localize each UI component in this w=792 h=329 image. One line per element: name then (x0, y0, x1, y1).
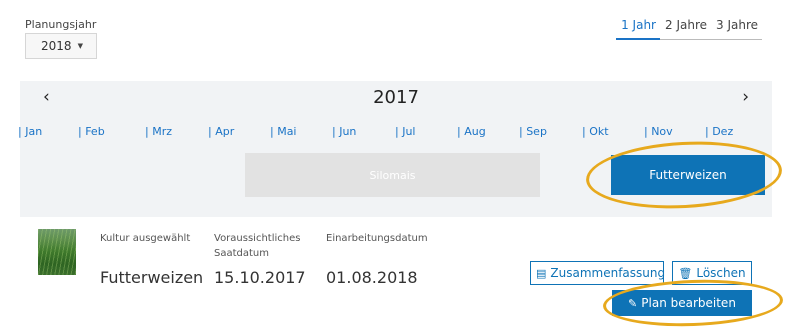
month-feb: | Feb (78, 125, 105, 138)
delete-button[interactable]: 🗑 Löschen (672, 261, 752, 285)
crop-bar-silomais[interactable]: Silomais (245, 153, 540, 197)
chevron-down-icon: ▼ (77, 42, 83, 50)
trash-icon: 🗑 (678, 266, 693, 280)
month-jun: | Jun (332, 125, 357, 138)
tab-2-jahre[interactable]: 2 Jahre (660, 18, 711, 39)
edit-plan-button-label: Plan bearbeiten (641, 296, 736, 310)
crop-bar-futterweizen[interactable]: Futterweizen (611, 155, 765, 195)
tab-3-jahre[interactable]: 3 Jahre (711, 18, 762, 39)
month-okt: | Okt (582, 125, 609, 138)
selected-crop-value: Futterweizen (100, 268, 204, 287)
edit-plan-button[interactable]: ✎ Plan bearbeiten (612, 290, 752, 316)
month-axis: | Jan | Feb | Mrz | Apr | Mai | Jun | Ju… (18, 125, 772, 139)
month-aug: | Aug (457, 125, 486, 138)
selected-crop-label: Kultur ausgewählt (100, 233, 191, 244)
month-nov: | Nov (644, 125, 673, 138)
document-icon: ▤ (536, 266, 547, 280)
planning-year-value: 2018 (41, 39, 72, 53)
incorporation-date-label: Einarbeitungsdatum (326, 233, 428, 244)
pencil-icon: ✎ (628, 296, 638, 310)
incorporation-date-value: 01.08.2018 (326, 268, 418, 287)
timeline-year: 2017 (373, 87, 419, 108)
sowing-date-value: 15.10.2017 (214, 268, 306, 287)
summary-button-label: Zusammenfassung (550, 266, 666, 280)
crop-thumbnail (38, 229, 76, 275)
timeline-panel: ‹ 2017 › | Jan | Feb | Mrz | Apr | Mai |… (18, 81, 772, 297)
month-mai: | Mai (270, 125, 297, 138)
month-sep: | Sep (519, 125, 547, 138)
sowing-date-label: Voraussichtliches Saatdatum (214, 233, 301, 259)
tab-1-jahr[interactable]: 1 Jahr (616, 18, 660, 40)
month-apr: | Apr (208, 125, 235, 138)
month-jul: | Jul (395, 125, 416, 138)
range-tabs: 1 Jahr 2 Jahre 3 Jahre (616, 18, 762, 40)
month-dez: | Dez (705, 125, 734, 138)
delete-button-label: Löschen (696, 266, 746, 280)
summary-button[interactable]: ▤ Zusammenfassung (530, 261, 666, 285)
chevron-right-icon[interactable]: › (742, 87, 749, 107)
planning-year-label: Planungsjahr (25, 18, 97, 31)
planning-year-select[interactable]: 2018 ▼ (25, 33, 97, 59)
month-jan: | Jan (18, 125, 43, 138)
month-mrz: | Mrz (145, 125, 172, 138)
crop-detail-card: Kultur ausgewählt Futterweizen Voraussic… (20, 217, 772, 297)
